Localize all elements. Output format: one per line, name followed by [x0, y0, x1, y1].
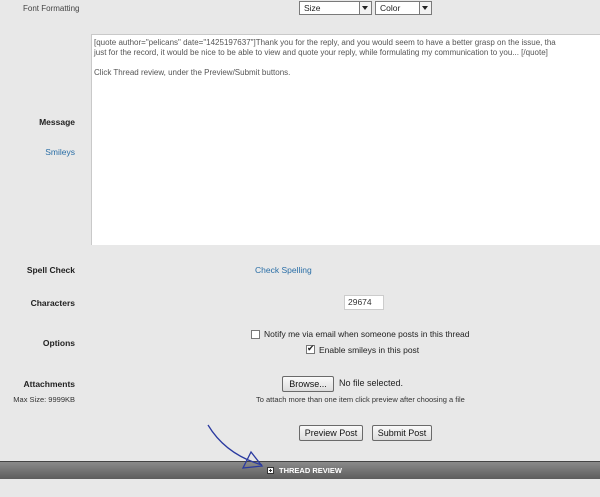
- arrow-head: [241, 450, 264, 469]
- arrow-stroke: [207, 424, 263, 466]
- annotation-arrow: [207, 424, 264, 469]
